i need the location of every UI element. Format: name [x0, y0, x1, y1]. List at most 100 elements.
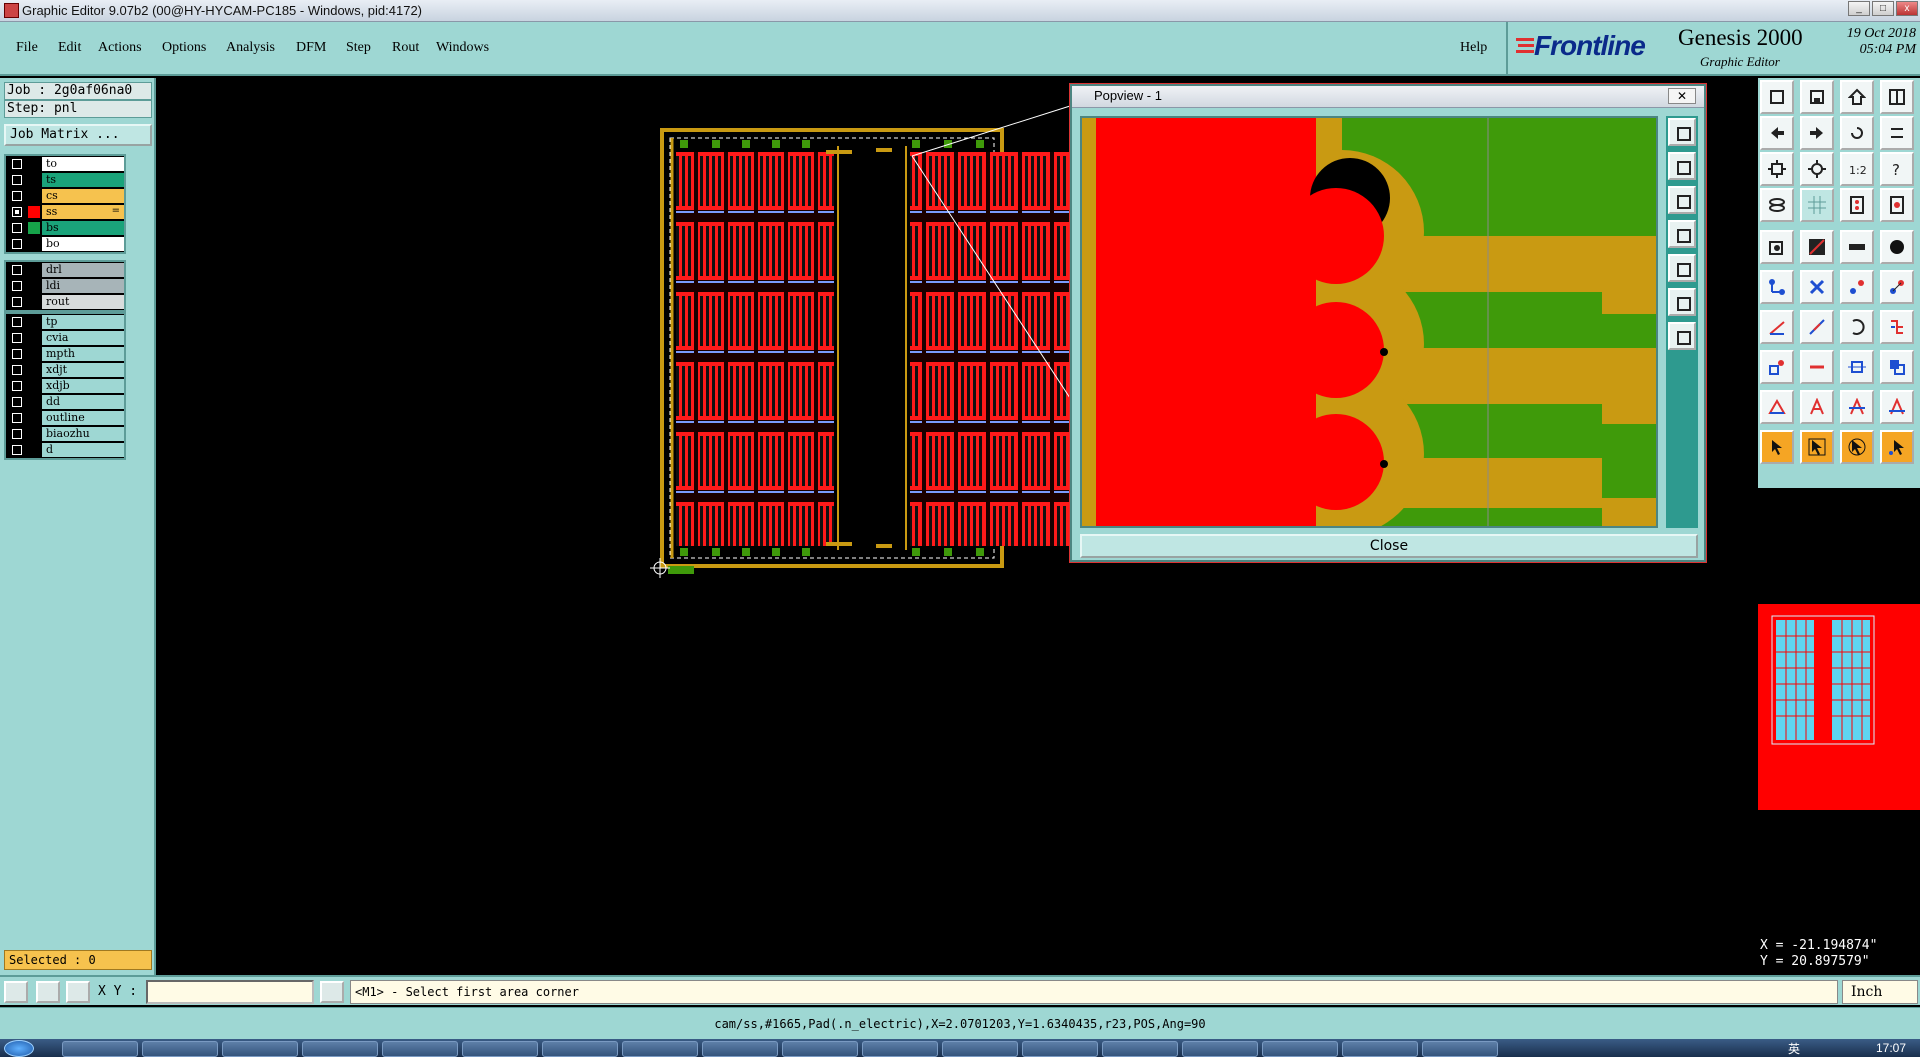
layer-checkbox[interactable]	[12, 297, 22, 307]
layer-row-outline[interactable]: outline	[6, 410, 124, 426]
ime-indicator[interactable]: 英	[1788, 1040, 1800, 1057]
split-line-icon[interactable]	[1880, 310, 1914, 344]
layer-checkbox[interactable]	[12, 265, 22, 275]
layer-color-swatch[interactable]	[28, 280, 40, 292]
popview-close-icon[interactable]: ✕	[1668, 88, 1696, 104]
layer-color-swatch[interactable]	[28, 396, 40, 408]
layer-name[interactable]: d	[42, 443, 124, 457]
layer-checkbox[interactable]	[12, 381, 22, 391]
text-edit-icon[interactable]	[1840, 390, 1874, 424]
layer-checkbox[interactable]	[12, 281, 22, 291]
minus-icon[interactable]	[1800, 350, 1834, 384]
close-window-button[interactable]: x	[1896, 1, 1918, 16]
select-area-icon[interactable]	[1800, 430, 1834, 464]
taskbar-app-8[interactable]	[622, 1041, 698, 1057]
layer-name[interactable]: dd	[42, 395, 124, 409]
layer-row-d[interactable]: d	[6, 442, 124, 458]
layer-checkbox[interactable]	[12, 349, 22, 359]
add-pad-icon[interactable]	[1760, 230, 1794, 264]
taskbar-app-7[interactable]	[542, 1041, 618, 1057]
taskbar-app-14[interactable]	[1102, 1041, 1178, 1057]
connect-icon[interactable]	[1760, 270, 1794, 304]
home-icon[interactable]	[1840, 80, 1874, 114]
layer-name[interactable]: bs	[42, 221, 124, 235]
layer-row-xdjt[interactable]: xdjt	[6, 362, 124, 378]
select-polygon-icon[interactable]	[1840, 430, 1874, 464]
layer-checkbox[interactable]	[12, 397, 22, 407]
layer-display-icon[interactable]	[1760, 188, 1794, 222]
measure-mode-icon[interactable]	[36, 981, 60, 1003]
overview-map[interactable]	[1758, 604, 1920, 810]
taskbar-app-10[interactable]	[782, 1041, 858, 1057]
layer-row-ldi[interactable]: ldi	[6, 278, 124, 294]
popview-pan-right-icon[interactable]	[1668, 254, 1696, 282]
text-a-icon[interactable]	[1800, 390, 1834, 424]
layer-row-mpth[interactable]: mpth	[6, 346, 124, 362]
job-matrix-button[interactable]: Job Matrix ...	[4, 124, 152, 146]
layer-checkbox[interactable]	[12, 445, 22, 455]
popview-zoom-fit-icon[interactable]	[1668, 118, 1696, 146]
menu-step[interactable]: Step	[346, 40, 371, 56]
menu-options[interactable]: Options	[162, 40, 206, 56]
grid-icon[interactable]	[1800, 188, 1834, 222]
snap-mode-icon[interactable]	[66, 981, 90, 1003]
group-icon[interactable]	[1880, 350, 1914, 384]
layer-name[interactable]: outline	[42, 411, 124, 425]
snap-icon[interactable]	[1840, 188, 1874, 222]
zoom-fit-icon[interactable]	[1760, 152, 1794, 186]
menu-analysis[interactable]: Analysis	[226, 40, 275, 56]
taskbar-app-4[interactable]	[302, 1041, 378, 1057]
layer-color-swatch[interactable]	[28, 428, 40, 440]
pan-left-icon[interactable]	[1760, 116, 1794, 150]
menu-edit[interactable]: Edit	[58, 40, 81, 56]
layer-name[interactable]: cvia	[42, 331, 124, 345]
triangle-icon[interactable]	[1760, 390, 1794, 424]
layer-row-tp[interactable]: tp	[6, 314, 124, 330]
layer-row-bs[interactable]: bs	[6, 220, 124, 236]
taskbar-app-9[interactable]	[702, 1041, 778, 1057]
line-edit-icon[interactable]	[1800, 310, 1834, 344]
delete-icon[interactable]	[1800, 270, 1834, 304]
popview-zoom-area[interactable]	[1080, 116, 1658, 528]
layer-name[interactable]: biaozhu	[42, 427, 124, 441]
select-arrow-icon[interactable]	[1760, 430, 1794, 464]
layer-row-dd[interactable]: dd	[6, 394, 124, 410]
popview-move-icon[interactable]	[1668, 322, 1696, 350]
popview-center-icon[interactable]	[1668, 288, 1696, 316]
taskbar-app-12[interactable]	[942, 1041, 1018, 1057]
popview-zoom-in-icon[interactable]	[1668, 152, 1696, 180]
layer-row-ts[interactable]: ts	[6, 172, 124, 188]
popview-pan-left-icon[interactable]	[1668, 220, 1696, 248]
taskbar-app-5[interactable]	[382, 1041, 458, 1057]
layer-color-swatch[interactable]	[28, 332, 40, 344]
layer-name[interactable]: drl	[42, 263, 124, 277]
zoom-area-icon[interactable]	[1800, 152, 1834, 186]
pan-right-icon[interactable]	[1800, 116, 1834, 150]
layer-color-swatch[interactable]	[28, 364, 40, 376]
measure-icon[interactable]	[1880, 188, 1914, 222]
taskbar-app-13[interactable]	[1022, 1041, 1098, 1057]
window-split-icon[interactable]	[1880, 80, 1914, 114]
layer-color-swatch[interactable]	[28, 264, 40, 276]
layer-row-bo[interactable]: bo	[6, 236, 124, 252]
layer-checkbox[interactable]	[12, 239, 22, 249]
minimize-button[interactable]: _	[1848, 1, 1870, 16]
units-selector[interactable]: Inch	[1842, 980, 1918, 1004]
add-circle-icon[interactable]	[1880, 230, 1914, 264]
resize-icon[interactable]	[1840, 350, 1874, 384]
layer-name[interactable]: tp	[42, 315, 124, 329]
taskbar-app-6[interactable]	[462, 1041, 538, 1057]
layer-name[interactable]: ldi	[42, 279, 124, 293]
text-move-icon[interactable]	[1880, 390, 1914, 424]
layer-checkbox[interactable]	[12, 429, 22, 439]
select-net-icon[interactable]	[1880, 430, 1914, 464]
layer-row-cs[interactable]: cs	[6, 188, 124, 204]
layer-color-swatch[interactable]	[28, 222, 40, 234]
start-button[interactable]	[4, 1040, 34, 1057]
layer-color-swatch[interactable]	[28, 206, 40, 218]
layer-checkbox[interactable]	[12, 159, 22, 169]
menu-windows[interactable]: Windows	[436, 40, 489, 56]
layer-name[interactable]: ts	[42, 173, 124, 187]
taskbar-app-18[interactable]	[1422, 1041, 1498, 1057]
layer-row-biaozhu[interactable]: biaozhu	[6, 426, 124, 442]
